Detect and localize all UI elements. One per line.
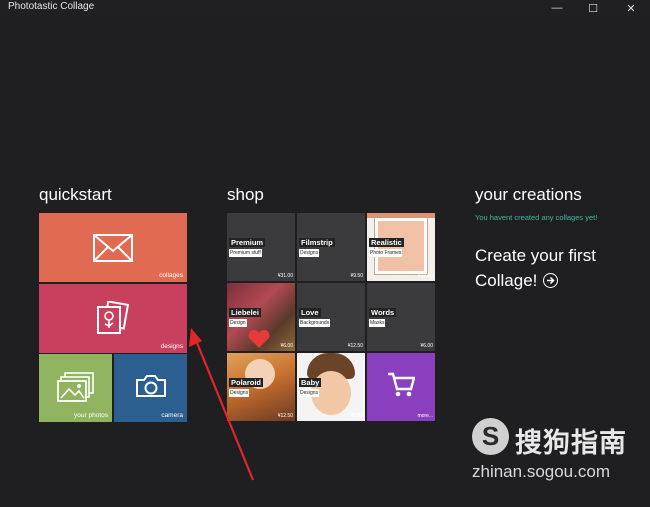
shop-tile-more[interactable]: more... (367, 353, 435, 421)
designs-tile[interactable]: designs (39, 284, 187, 353)
shop-tile-sub: Designs (299, 389, 320, 397)
your-photos-tile[interactable]: your photos (39, 354, 112, 422)
shop-tile-baby[interactable]: Baby Designs ¥8.50 (297, 353, 365, 421)
maximize-icon: ☐ (588, 2, 598, 15)
close-button[interactable]: ✕ (614, 0, 648, 16)
shop-title: shop (227, 185, 264, 204)
sogou-watermark: S 搜狗指南 zhinan.sogou.com (472, 418, 642, 488)
shop-tile-price: ¥6.00 (280, 343, 293, 349)
shop-tile-price: ¥12.50 (347, 343, 363, 349)
shop-tile-premium[interactable]: Premium Premium stuff ¥31.00 (227, 213, 295, 281)
camera-tile[interactable]: camera (114, 354, 187, 422)
maximize-button[interactable]: ☐ (576, 0, 610, 16)
shop-tile-price: ¥31.00 (277, 273, 293, 279)
photo-design-icon (97, 301, 130, 334)
camera-label: camera (161, 412, 183, 419)
shop-tile-price: ¥12.50 (417, 273, 433, 279)
photos-icon (57, 372, 94, 402)
more-label: more... (417, 413, 433, 419)
your-photos-label: your photos (74, 412, 108, 419)
shop-tile-sub: Backgrounds (299, 319, 331, 327)
shop-tile-name: Premium (229, 238, 266, 247)
designs-label: designs (160, 343, 183, 350)
collages-tile[interactable]: collages (39, 213, 187, 282)
create-first-collage-link[interactable]: Create your first Collage! (475, 243, 635, 293)
minimize-icon: — (551, 2, 563, 14)
watermark-url: zhinan.sogou.com (472, 462, 610, 481)
shop-tile-sub: Designs (299, 249, 320, 257)
envelope-icon (93, 234, 133, 262)
red-annotation-arrow-icon (189, 328, 255, 481)
shop-tile-name: Baby (299, 378, 322, 387)
title-bar: Phototastic Collage — ☐ ✕ (0, 0, 650, 16)
creations-empty-message: You havent created any collages yet! (475, 213, 598, 222)
shop-tile-name: Liebelei (229, 308, 261, 317)
minimize-button[interactable]: — (540, 0, 574, 16)
shop-tile-realistic[interactable]: Realistic Photo Frames ¥12.50 (367, 213, 435, 281)
shop-tile-name: Realistic (369, 238, 404, 247)
shop-tile-love[interactable]: Love Backgrounds ¥12.50 (297, 283, 365, 351)
shop-tile-sub: Photo Frames (369, 249, 403, 257)
shop-tile-price: ¥9.50 (350, 273, 363, 279)
shop-tile-sub: Premium stuff (229, 249, 262, 257)
shop-tile-price: ¥6.00 (420, 343, 433, 349)
arrow-right-circle-icon (543, 273, 559, 288)
create-first-line1: Create your first (475, 246, 596, 265)
close-icon: ✕ (626, 2, 636, 15)
quickstart-title: quickstart (39, 185, 112, 204)
shop-tile-filmstrip[interactable]: Filmstrip Designs ¥9.50 (297, 213, 365, 281)
realistic-thumbnail-accent (367, 213, 435, 218)
shop-tile-name: Filmstrip (299, 238, 335, 247)
shop-tile-price: ¥12.50 (277, 413, 293, 419)
app-title: Phototastic Collage (8, 1, 95, 12)
shop-tile-name: Words (369, 308, 397, 317)
shop-tile-words[interactable]: Words Masks ¥6.00 (367, 283, 435, 351)
shop-tile-name: Love (299, 308, 321, 317)
create-first-line2: Collage! (475, 271, 538, 290)
creations-title: your creations (475, 185, 582, 204)
watermark-brand: 搜狗指南 (515, 428, 627, 458)
collages-label: collages (159, 272, 183, 279)
camera-icon (136, 375, 166, 397)
shop-tile-price: ¥8.50 (350, 413, 363, 419)
shopping-cart-icon (388, 372, 415, 397)
shop-tile-sub: Masks (369, 319, 386, 327)
sogou-logo-icon: S (472, 418, 509, 455)
